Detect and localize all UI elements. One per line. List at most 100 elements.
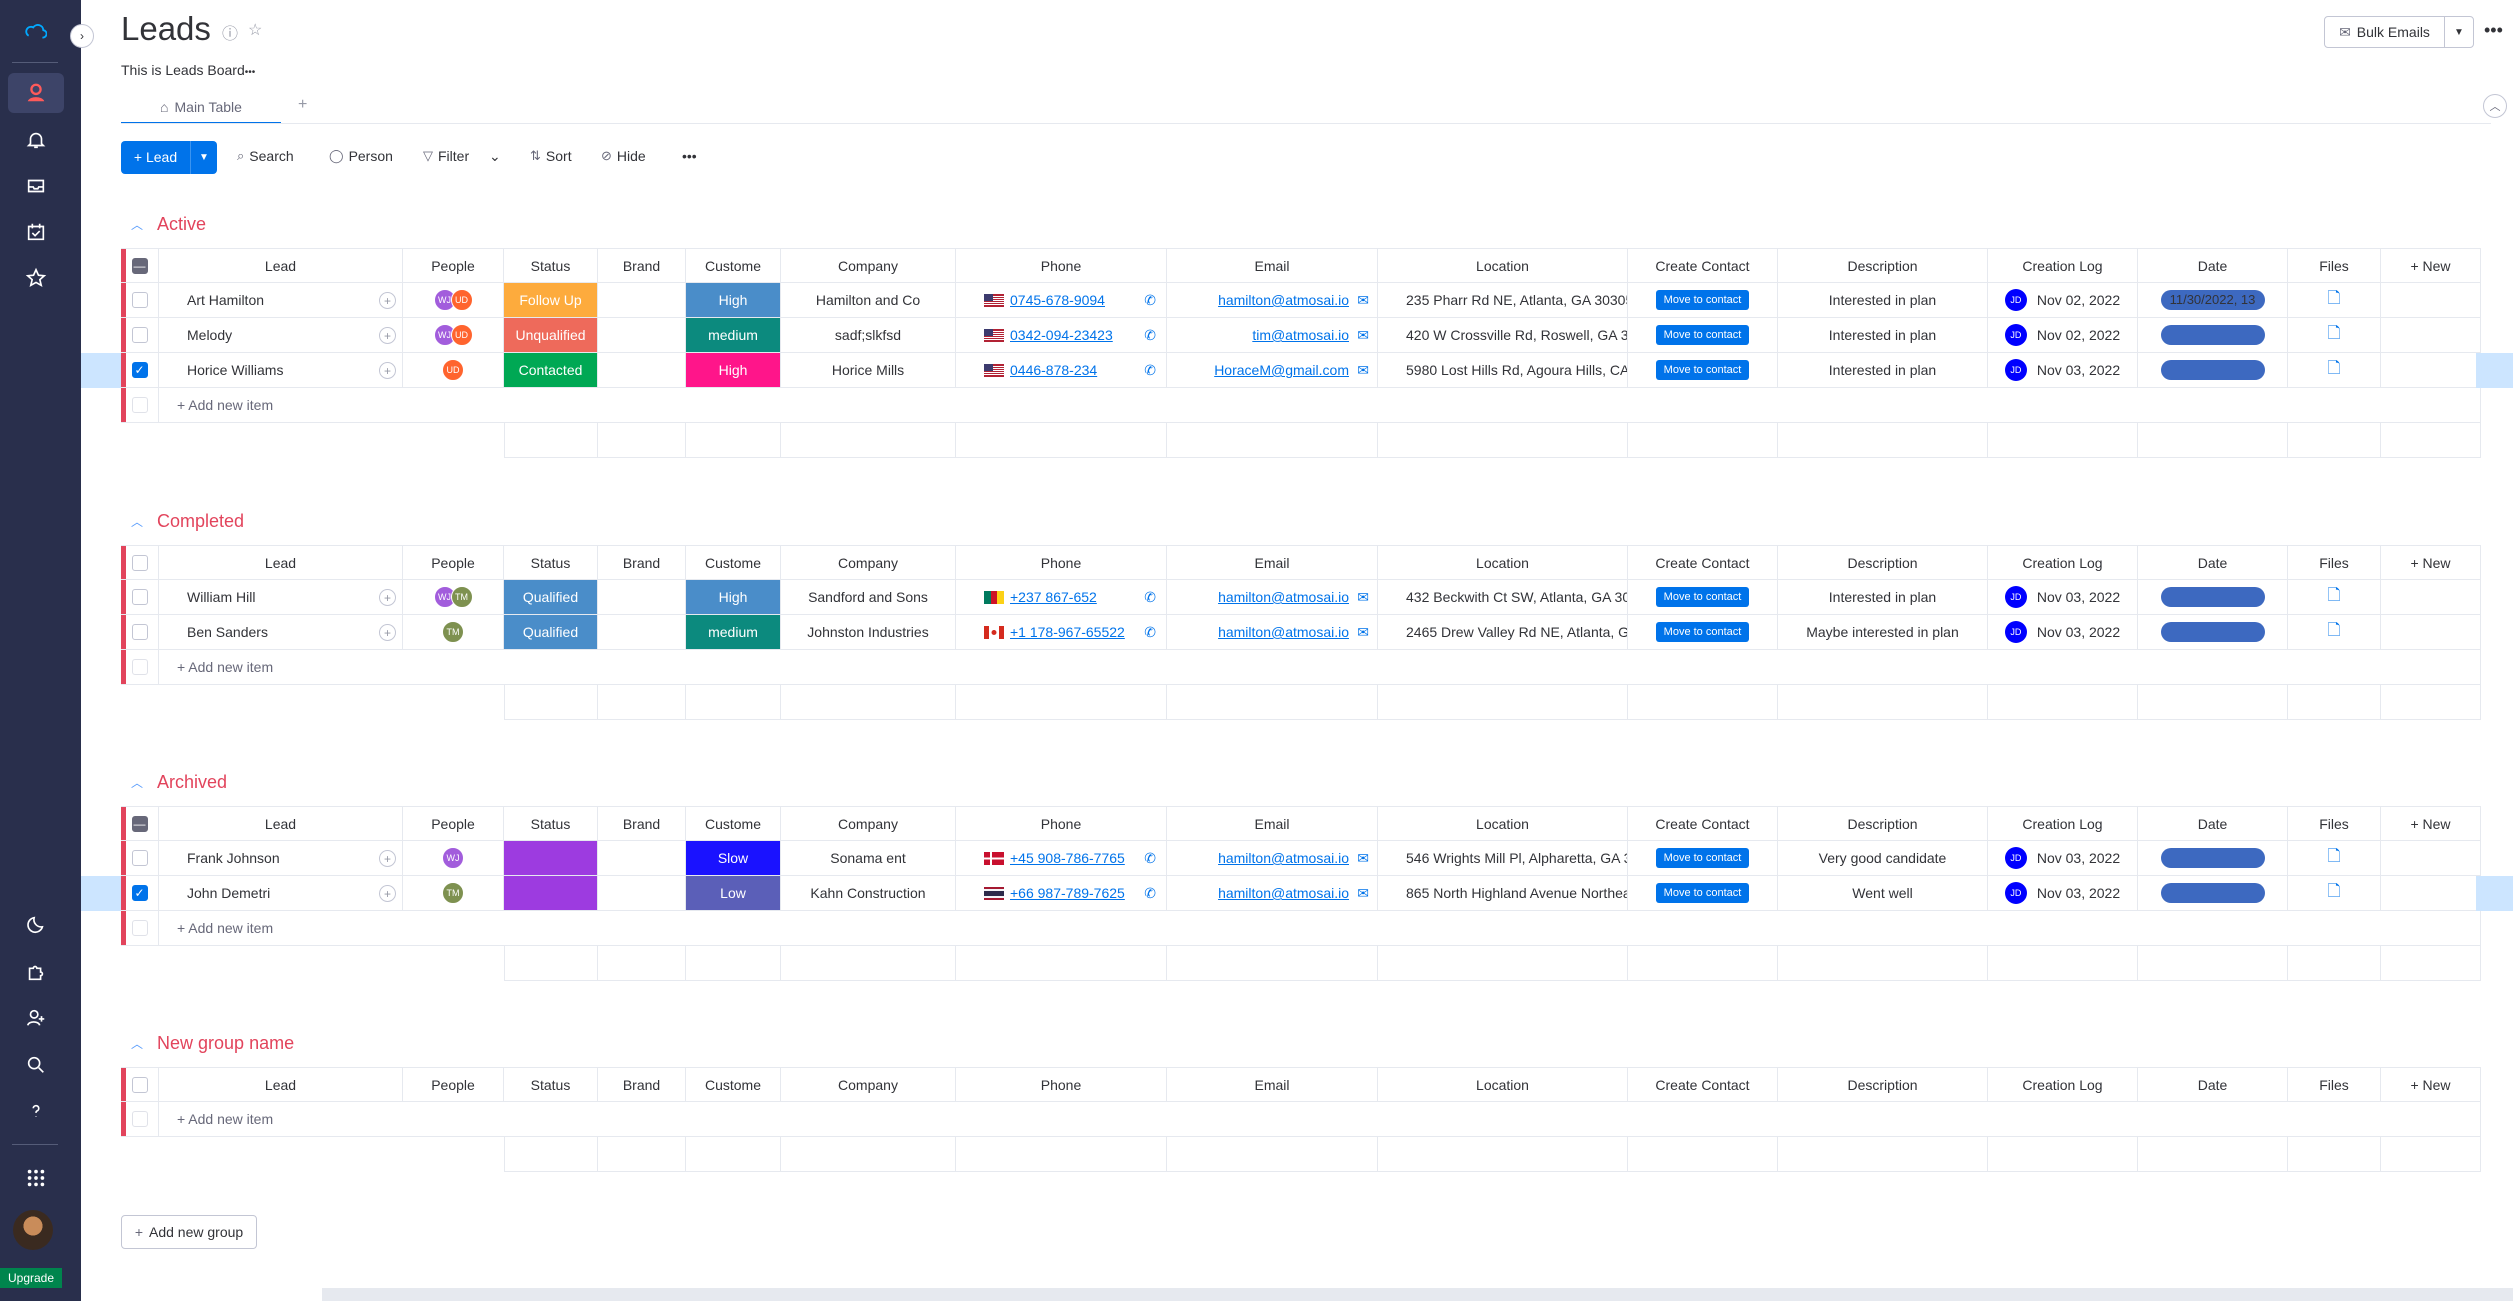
- upgrade-button[interactable]: Upgrade: [0, 1268, 62, 1288]
- checkbox-cell[interactable]: [121, 580, 159, 615]
- new-cell[interactable]: [2381, 841, 2481, 876]
- chevron-up-icon[interactable]: ︿: [131, 216, 143, 233]
- select-all-checkbox[interactable]: [131, 554, 148, 571]
- company-cell[interactable]: Johnston Industries: [781, 615, 956, 650]
- lead-name[interactable]: Horice Williams: [187, 362, 283, 378]
- company-cell[interactable]: Horice Mills: [781, 353, 956, 388]
- person-avatar[interactable]: UD: [450, 324, 473, 346]
- column-header-files[interactable]: Files: [2288, 1067, 2381, 1102]
- avatar[interactable]: [13, 1210, 53, 1250]
- phone-link[interactable]: +66 987-789-7625: [1010, 885, 1125, 901]
- tab-main-table[interactable]: ⌂ Main Table: [121, 92, 281, 124]
- column-header-people[interactable]: People: [403, 248, 504, 283]
- info-icon[interactable]: ⓘ: [222, 20, 238, 44]
- column-header-create-contact[interactable]: Create Contact: [1628, 248, 1778, 283]
- company-cell[interactable]: Kahn Construction: [781, 876, 956, 911]
- person-avatar[interactable]: TM: [442, 621, 464, 643]
- custome-cell[interactable]: High: [686, 353, 781, 388]
- location-cell[interactable]: 5980 Lost Hills Rd, Agoura Hills, CA 9: [1378, 353, 1628, 388]
- status-cell[interactable]: [504, 876, 598, 911]
- status-cell[interactable]: Qualified: [504, 580, 598, 615]
- person-filter[interactable]: ◯ Person: [329, 148, 393, 164]
- location-cell[interactable]: 865 North Highland Avenue Northea: [1378, 876, 1628, 911]
- column-header-description[interactable]: Description: [1778, 545, 1988, 580]
- checkbox-cell[interactable]: [121, 841, 159, 876]
- phone-cell[interactable]: +237 867-652 ✆: [956, 580, 1167, 615]
- date-value[interactable]: [2160, 883, 2265, 903]
- board-description[interactable]: This is Leads Board•••: [121, 62, 255, 78]
- add-new-item-input[interactable]: + Add new item: [159, 650, 2481, 685]
- status-cell[interactable]: [504, 841, 598, 876]
- phone-cell[interactable]: +45 908-786-7765 ✆: [956, 841, 1167, 876]
- add-new-item-input[interactable]: + Add new item: [159, 911, 2481, 946]
- column-header-status[interactable]: Status: [504, 248, 598, 283]
- files-cell[interactable]: 🗋: [2288, 580, 2381, 615]
- new-cell[interactable]: [2381, 876, 2481, 911]
- column-header-phone[interactable]: Phone: [956, 806, 1167, 841]
- column-header-brand[interactable]: Brand: [598, 1067, 686, 1102]
- star-icon[interactable]: [8, 258, 64, 298]
- description-more-icon[interactable]: •••: [245, 67, 256, 78]
- column-header-location[interactable]: Location: [1378, 1067, 1628, 1102]
- people-cell[interactable]: WJ UD: [403, 318, 504, 353]
- checkbox-cell[interactable]: [121, 911, 159, 946]
- files-cell[interactable]: 🗋: [2288, 876, 2381, 911]
- description-cell[interactable]: Interested in plan: [1778, 318, 1988, 353]
- date-value[interactable]: 11/30/2022, 13: [2160, 290, 2265, 310]
- column-header-people[interactable]: People: [403, 806, 504, 841]
- filter-tool[interactable]: ▽ Filter: [423, 148, 469, 164]
- column-header-location[interactable]: Location: [1378, 545, 1628, 580]
- new-cell[interactable]: [2381, 318, 2481, 353]
- date-value[interactable]: [2160, 360, 2265, 380]
- group-title[interactable]: Archived: [157, 772, 227, 793]
- column-header-custome[interactable]: Custome: [686, 248, 781, 283]
- group-header[interactable]: ︿ Archived: [131, 770, 227, 794]
- checkbox-cell[interactable]: [121, 388, 159, 423]
- column-header-new[interactable]: + New: [2381, 545, 2481, 580]
- new-lead-button[interactable]: + Lead: [121, 141, 191, 174]
- column-header-files[interactable]: Files: [2288, 545, 2381, 580]
- phone-icon[interactable]: ✆: [1144, 624, 1156, 641]
- brand-cell[interactable]: [598, 318, 686, 353]
- files-cell[interactable]: 🗋: [2288, 841, 2381, 876]
- description-cell[interactable]: Interested in plan: [1778, 283, 1988, 318]
- mail-icon[interactable]: ✉: [1357, 292, 1369, 309]
- move-to-contact-button[interactable]: Move to contact: [1655, 290, 1750, 310]
- column-header-phone[interactable]: Phone: [956, 248, 1167, 283]
- creation-log-cell[interactable]: JD Nov 03, 2022: [1988, 876, 2138, 911]
- add-view-button[interactable]: +: [298, 96, 307, 114]
- column-header-create-contact[interactable]: Create Contact: [1628, 806, 1778, 841]
- row-checkbox[interactable]: [131, 292, 148, 308]
- email-link[interactable]: HoraceM@gmail.com: [1214, 362, 1349, 378]
- people-cell[interactable]: TM: [403, 615, 504, 650]
- phone-link[interactable]: +1 178-967-65522: [1010, 624, 1125, 640]
- people-avatars[interactable]: WJ: [442, 847, 464, 869]
- apps-icon[interactable]: [8, 1158, 64, 1198]
- column-header-phone[interactable]: Phone: [956, 545, 1167, 580]
- lead-cell[interactable]: Horice Williams +: [159, 353, 403, 388]
- checkbox-cell[interactable]: [121, 615, 159, 650]
- checkbox-cell[interactable]: —: [121, 806, 159, 841]
- column-header-company[interactable]: Company: [781, 545, 956, 580]
- select-all-checkbox[interactable]: —: [131, 257, 148, 274]
- column-header-email[interactable]: Email: [1167, 248, 1378, 283]
- group-header[interactable]: ︿ Active: [131, 212, 206, 236]
- date-cell[interactable]: [2138, 841, 2288, 876]
- table-row[interactable]: ✓ John Demetri + TM Low Kahn Construction +66 …: [121, 876, 2481, 911]
- add-update-icon[interactable]: +: [379, 885, 396, 902]
- column-header-lead[interactable]: Lead: [159, 806, 403, 841]
- description-cell[interactable]: Interested in plan: [1778, 353, 1988, 388]
- lead-cell[interactable]: William Hill +: [159, 580, 403, 615]
- email-link[interactable]: hamilton@atmosai.io: [1218, 292, 1349, 308]
- person-avatar[interactable]: UD: [442, 359, 464, 381]
- files-cell[interactable]: 🗋: [2288, 283, 2381, 318]
- column-header-email[interactable]: Email: [1167, 545, 1378, 580]
- mail-icon[interactable]: ✉: [1357, 327, 1369, 344]
- group-header[interactable]: ︿ Completed: [131, 509, 244, 533]
- brand-cell[interactable]: [598, 283, 686, 318]
- custome-cell[interactable]: Slow: [686, 841, 781, 876]
- date-cell[interactable]: [2138, 615, 2288, 650]
- column-header-people[interactable]: People: [403, 1067, 504, 1102]
- row-checkbox[interactable]: ✓: [131, 362, 148, 378]
- group-title[interactable]: New group name: [157, 1033, 294, 1054]
